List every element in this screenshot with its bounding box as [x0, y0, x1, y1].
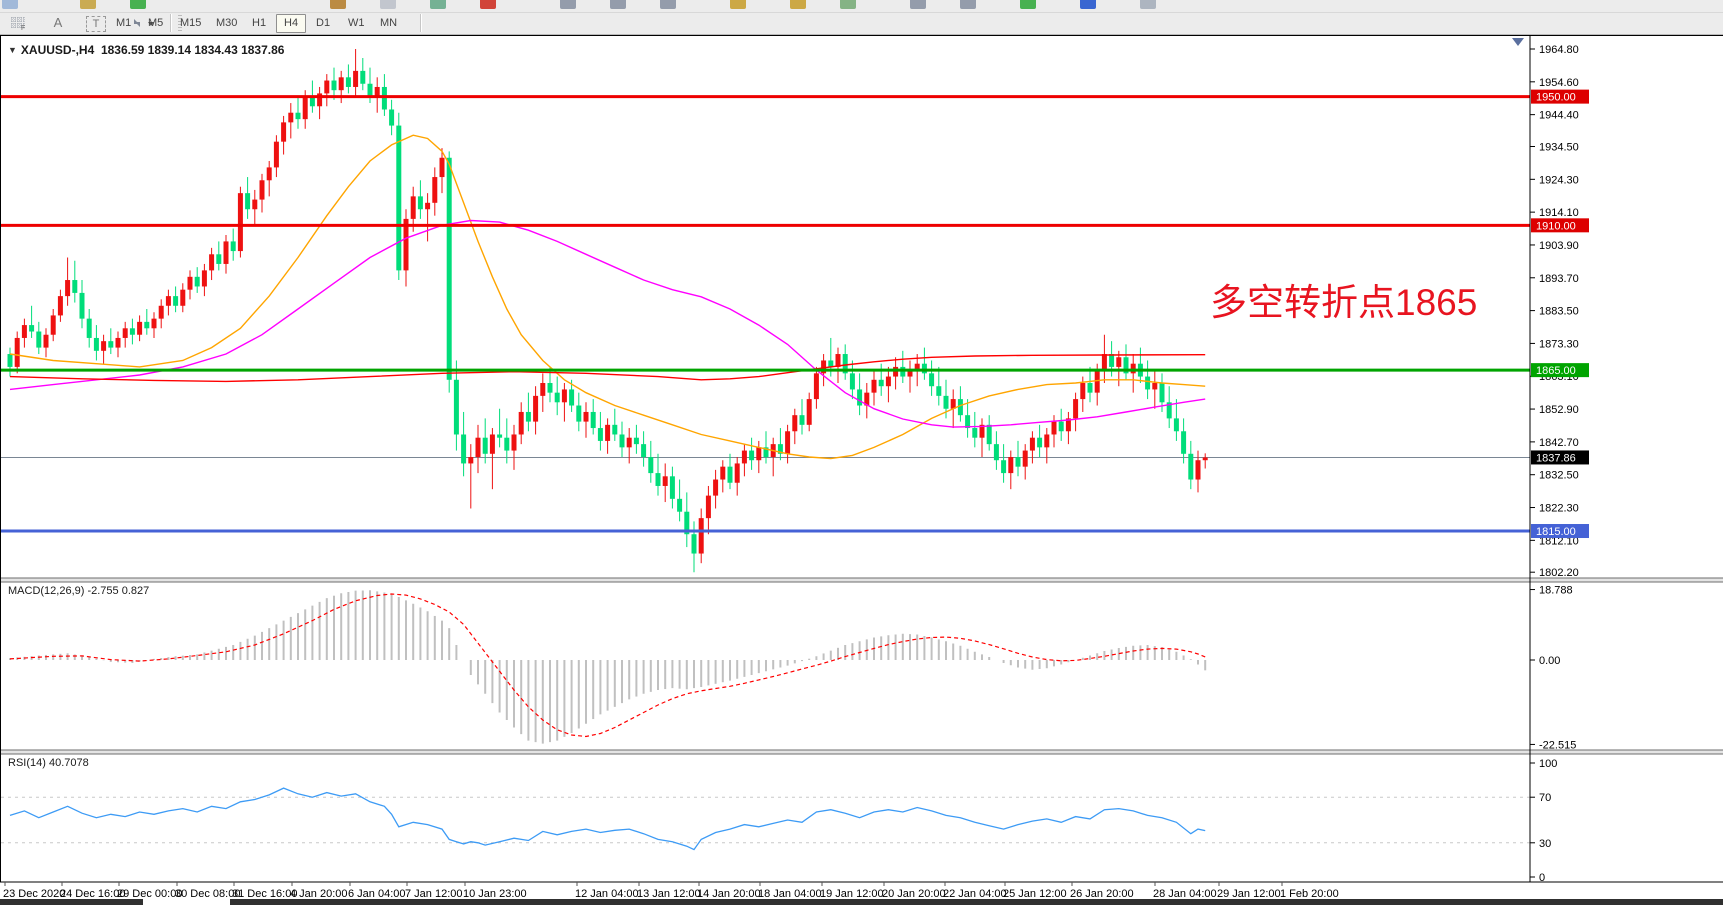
chart-shift-marker-icon[interactable] [1512, 38, 1524, 46]
svg-text:18 Jan 04:00: 18 Jan 04:00 [758, 888, 822, 900]
svg-text:19 Jan 12:00: 19 Jan 12:00 [820, 888, 884, 900]
svg-text:26 Jan 20:00: 26 Jan 20:00 [1070, 888, 1134, 900]
folder-icon[interactable] [380, 0, 396, 9]
svg-text:1842.70: 1842.70 [1539, 437, 1579, 449]
svg-text:29 Jan 12:00: 29 Jan 12:00 [1217, 888, 1281, 900]
svg-text:-22.515: -22.515 [1539, 739, 1576, 751]
hline-icon[interactable] [910, 0, 926, 9]
main-toolbar [0, 0, 1723, 13]
svg-text:1950.00: 1950.00 [1536, 92, 1576, 104]
scrollbar-thumb[interactable] [230, 899, 1723, 905]
crosshair-2-icon[interactable] [610, 0, 626, 9]
svg-text:100: 100 [1539, 758, 1557, 770]
template-icon[interactable] [330, 0, 346, 9]
stop-icon[interactable] [480, 0, 496, 9]
analyst-annotation-text: 多空转折点1865 [1210, 272, 1630, 326]
vline-icon[interactable] [960, 0, 976, 9]
svg-text:13 Jan 12:00: 13 Jan 12:00 [637, 888, 701, 900]
svg-text:29 Dec 00:00: 29 Dec 00:00 [117, 888, 182, 900]
svg-text:1954.60: 1954.60 [1539, 77, 1579, 89]
svg-text:14 Jan 20:00: 14 Jan 20:00 [697, 888, 761, 900]
zoom-icon[interactable] [80, 0, 96, 9]
svg-text:0.00: 0.00 [1539, 655, 1560, 667]
timeframe-d1[interactable]: D1 [308, 14, 338, 33]
svg-text:4 Jan 20:00: 4 Jan 20:00 [290, 888, 348, 900]
price-badge-1950.00: 1950.00 [1531, 90, 1589, 104]
svg-text:1837.86: 1837.86 [1536, 452, 1576, 464]
timeframe-m1[interactable]: M1 [108, 14, 139, 33]
svg-text:23 Dec 2020: 23 Dec 2020 [3, 888, 65, 900]
svg-text:22 Jan 04:00: 22 Jan 04:00 [943, 888, 1007, 900]
add-indicator-icon[interactable] [1020, 0, 1036, 9]
svg-text:6 Jan 04:00: 6 Jan 04:00 [348, 888, 406, 900]
svg-text:1910.00: 1910.00 [1536, 220, 1576, 232]
ohlc-values: 1836.59 1839.14 1834.43 1837.86 [101, 43, 285, 57]
svg-text:24 Dec 16:00: 24 Dec 16:00 [60, 888, 125, 900]
timeframe-h4[interactable]: H4 [276, 14, 306, 33]
svg-text:18.788: 18.788 [1539, 585, 1573, 597]
refresh-icon[interactable] [430, 0, 446, 9]
crosshair-3-icon[interactable] [660, 0, 676, 9]
svg-text:28 Jan 04:00: 28 Jan 04:00 [1153, 888, 1217, 900]
text-label-tool[interactable]: A [48, 14, 68, 32]
chart-window-icon[interactable] [2, 0, 18, 9]
macd-indicator-label: MACD(12,26,9) -2.755 0.827 [8, 585, 149, 597]
svg-text:1802.20: 1802.20 [1539, 567, 1579, 579]
timeframe-w1[interactable]: W1 [340, 14, 373, 33]
timeframe-toolbar: F A T M1M5M15M30H1H4D1W1MN [0, 13, 1723, 35]
svg-text:1865.00: 1865.00 [1536, 365, 1576, 377]
svg-text:1832.50: 1832.50 [1539, 470, 1579, 482]
help-icon[interactable] [1080, 0, 1096, 9]
svg-text:7 Jan 12:00: 7 Jan 12:00 [405, 888, 463, 900]
svg-text:1873.30: 1873.30 [1539, 338, 1579, 350]
symbol-period-label: XAUUSD-,H4 [21, 43, 94, 57]
svg-text:70: 70 [1539, 792, 1551, 804]
scrollbar-segment-left[interactable] [0, 899, 143, 905]
text-tool[interactable]: T [86, 16, 106, 32]
timeframe-h1[interactable]: H1 [244, 14, 274, 33]
symbol-dropdown-icon[interactable]: ▼ [8, 45, 17, 55]
price-badge-1910.00: 1910.00 [1531, 218, 1589, 232]
timeframe-m30[interactable]: M30 [208, 14, 245, 33]
svg-text:1914.10: 1914.10 [1539, 207, 1579, 219]
timeframe-m15[interactable]: M15 [172, 14, 209, 33]
svg-text:1815.00: 1815.00 [1536, 526, 1576, 538]
price-badge-1865.00: 1865.00 [1531, 363, 1589, 377]
timeframe-m5[interactable]: M5 [140, 14, 171, 33]
svg-text:10 Jan 23:00: 10 Jan 23:00 [463, 888, 527, 900]
price-chart-canvas[interactable]: 1964.80 1954.60 1944.40 1934.50 1924.30 1914.… [0, 35, 1723, 907]
mt4-terminal-window: { "toolbar": { "row1_icons": [ {"name":"… [0, 0, 1723, 907]
svg-text:30 Dec 08:00: 30 Dec 08:00 [175, 888, 240, 900]
price-badge-1815.00: 1815.00 [1531, 524, 1589, 538]
svg-text:1964.80: 1964.80 [1539, 44, 1579, 56]
svg-text:1822.30: 1822.30 [1539, 503, 1579, 515]
svg-text:31 Dec 16:00: 31 Dec 16:00 [232, 888, 297, 900]
chart-window[interactable]: 1964.80 1954.60 1944.40 1934.50 1924.30 1914.… [0, 35, 1723, 907]
channel-icon[interactable] [790, 0, 806, 9]
svg-text:30: 30 [1539, 838, 1551, 850]
price-badge-1837.86: 1837.86 [1531, 450, 1589, 464]
svg-text:25 Jan 12:00: 25 Jan 12:00 [1003, 888, 1067, 900]
svg-text:1903.90: 1903.90 [1539, 240, 1579, 252]
crosshair-1-icon[interactable] [560, 0, 576, 9]
grid-icon[interactable] [1140, 0, 1156, 9]
svg-text:12 Jan 04:00: 12 Jan 04:00 [575, 888, 639, 900]
timeframe-mn[interactable]: MN [372, 14, 405, 33]
chart-ohlc-header: ▼ XAUUSD-,H4 1836.59 1839.14 1834.43 1837… [8, 43, 284, 57]
trendline-icon[interactable] [730, 0, 746, 9]
new-chart-icon[interactable] [130, 0, 146, 9]
rsi-indicator-label: RSI(14) 40.7078 [8, 757, 89, 769]
svg-text:1 Feb 20:00: 1 Feb 20:00 [1280, 888, 1339, 900]
svg-text:F: F [21, 25, 25, 31]
svg-text:0: 0 [1539, 872, 1545, 884]
svg-text:20 Jan 20:00: 20 Jan 20:00 [882, 888, 946, 900]
svg-text:1852.90: 1852.90 [1539, 404, 1579, 416]
fibo-icon[interactable] [840, 0, 856, 9]
svg-text:1944.40: 1944.40 [1539, 110, 1579, 122]
svg-text:1924.30: 1924.30 [1539, 174, 1579, 186]
crosshair-grid-icon[interactable]: F [8, 14, 30, 32]
svg-text:1934.50: 1934.50 [1539, 141, 1579, 153]
